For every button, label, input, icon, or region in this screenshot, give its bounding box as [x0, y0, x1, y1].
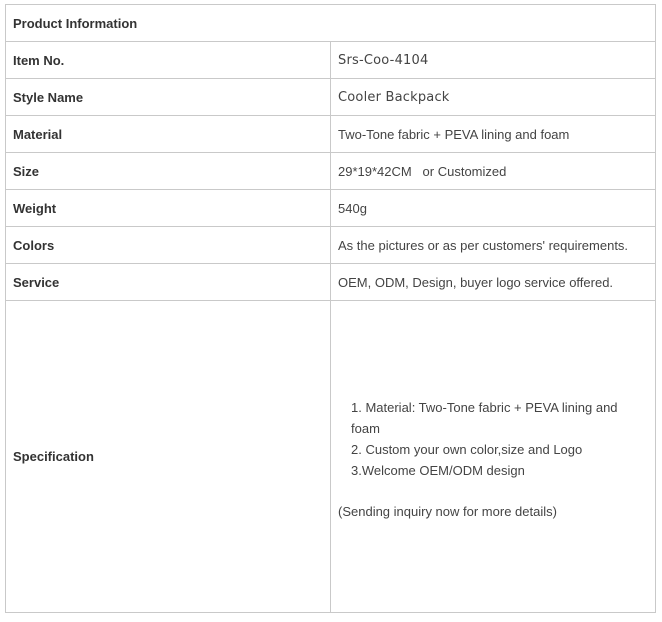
table-row-item-no: Item No. Srs-Coo-4104 [5, 41, 656, 79]
row-label: Material [5, 115, 331, 153]
table-header-row: Product Information [5, 4, 656, 42]
table-row-colors: Colors As the pictures or as per custome… [5, 226, 656, 264]
row-value: 540g [330, 189, 656, 227]
row-label: Specification [5, 300, 331, 613]
table-row-style-name: Style Name Cooler Backpack [5, 78, 656, 116]
row-value: Two-Tone fabric + PEVA lining and foam [330, 115, 656, 153]
specification-note: (Sending inquiry now for more details) [338, 504, 557, 519]
row-value: As the pictures or as per customers' req… [330, 226, 656, 264]
table-header: Product Information [5, 4, 656, 42]
list-item: 2. Custom your own color,size and Logo [351, 442, 583, 457]
table-row-material: Material Two-Tone fabric + PEVA lining a… [5, 115, 656, 153]
row-value: Srs-Coo-4104 [330, 41, 656, 79]
row-label: Size [5, 152, 331, 190]
row-label: Style Name [5, 78, 331, 116]
specification-list: 1. Material: Two-Tone fabric + PEVA lini… [338, 397, 648, 481]
size-value-text: 29*19*42CM or Customized [338, 163, 507, 179]
row-label: Item No. [5, 41, 331, 79]
list-item: 1. Material: Two-Tone fabric + PEVA lini… [351, 400, 618, 436]
table-row-specification: Specification 1. Material: Two-Tone fabr… [5, 300, 656, 613]
row-label: Service [5, 263, 331, 301]
table-row-weight: Weight 540g [5, 189, 656, 227]
row-label: Weight [5, 189, 331, 227]
row-value: OEM, ODM, Design, buyer logo service off… [330, 263, 656, 301]
row-value: Cooler Backpack [330, 78, 656, 116]
list-item: 3.Welcome OEM/ODM design [351, 463, 525, 478]
product-information-table: Product Information Item No. Srs-Coo-410… [5, 4, 656, 613]
table-row-size: Size 29*19*42CM or Customized [5, 152, 656, 190]
specification-content: 1. Material: Two-Tone fabric + PEVA lini… [338, 391, 648, 522]
specification-value: 1. Material: Two-Tone fabric + PEVA lini… [330, 300, 656, 613]
row-label: Colors [5, 226, 331, 264]
table-row-service: Service OEM, ODM, Design, buyer logo ser… [5, 263, 656, 301]
row-value: 29*19*42CM or Customized [330, 152, 656, 190]
